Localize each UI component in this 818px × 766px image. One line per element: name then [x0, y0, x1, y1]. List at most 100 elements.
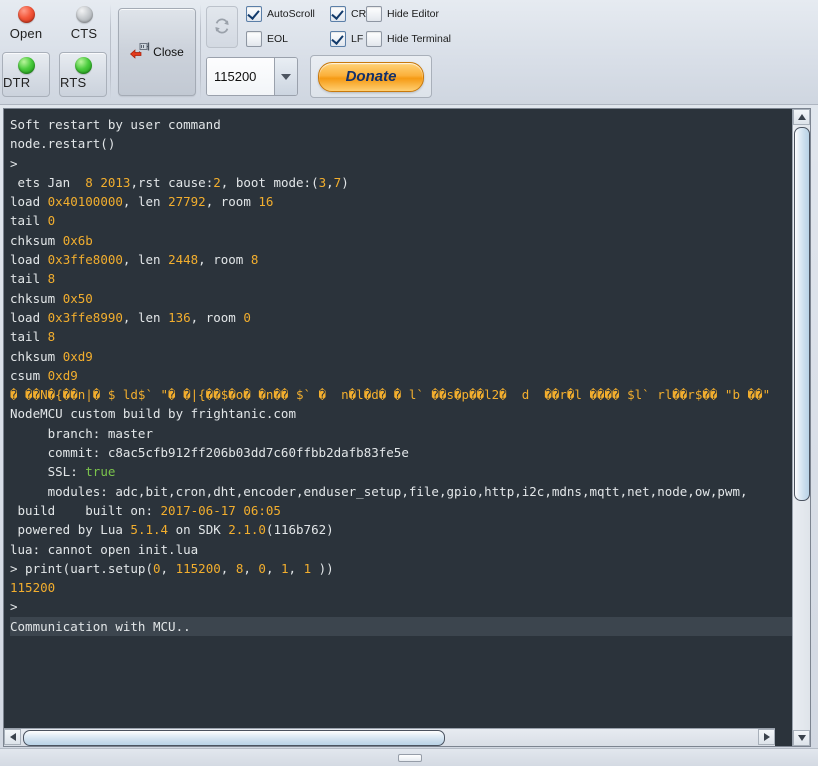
close-button-label: Close [153, 45, 184, 59]
triangle-left-icon [9, 733, 16, 741]
lf-checkbox-box[interactable] [330, 31, 346, 47]
terminal-vscrollbar[interactable] [792, 109, 810, 746]
cts-label: CTS [70, 26, 98, 41]
rts-button[interactable]: RTS [59, 52, 107, 97]
terminal-line: � ��N�{��n|� $ ld$` "� �|{��$�o� �n�� $`… [10, 385, 792, 404]
dtr-led [17, 57, 35, 74]
hscroll-thumb[interactable] [23, 730, 445, 746]
baud-rate-select[interactable]: 115200 [206, 57, 298, 96]
terminal-number: 2 [213, 174, 221, 190]
dtr-button[interactable]: DTR [2, 52, 50, 97]
terminal-number: 0x50 [62, 290, 93, 306]
hscroll-left-button[interactable] [4, 729, 21, 745]
lf-label: LF [351, 33, 364, 45]
terminal-number: 0 [243, 309, 251, 325]
terminal-number: 5.1.4 [130, 522, 169, 538]
close-button[interactable]: Close [118, 8, 196, 96]
donate-button-frame: Donate [310, 55, 432, 98]
terminal-number: 2448 [168, 252, 199, 268]
vscroll-up-button[interactable] [793, 109, 810, 125]
terminal-line: branch: master [10, 425, 153, 441]
serial-terminal-window: Open CTS DTR RTS Close AutoScroll EOL CR… [0, 0, 818, 766]
terminal-line: build built on: 2017-06-17 06:05 [10, 502, 281, 518]
terminal-line: > [10, 155, 18, 171]
terminal-line: > print(uart.setup(0, 115200, 8, 0, 1, 1… [10, 560, 334, 576]
terminal-number: 0 [258, 560, 266, 576]
donate-button[interactable]: Donate [318, 61, 424, 92]
hide-editor-checkbox-box[interactable] [366, 6, 382, 22]
terminal-number: 06:05 [243, 502, 281, 518]
terminal-line: ets Jan 8 2013,rst cause:2, boot mode:(3… [10, 174, 349, 190]
terminal-number: 8 [47, 329, 56, 345]
terminal-number: 136 [168, 309, 191, 325]
terminal-number: 1 [303, 560, 312, 576]
triangle-down-icon [797, 735, 806, 741]
hide-terminal-label: Hide Terminal [387, 33, 451, 45]
cr-label: CR [351, 8, 367, 20]
terminal-number: 0x40100000 [47, 194, 123, 210]
terminal-number: 115200 [175, 560, 221, 576]
terminal-output[interactable]: Soft restart by user command node.restart… [4, 109, 792, 746]
autoscroll-checkbox-box[interactable] [246, 6, 262, 22]
terminal-line: tail 8 [10, 329, 56, 345]
indicator-open: Open [0, 6, 52, 41]
vscroll-thumb[interactable] [794, 127, 810, 501]
open-label: Open [9, 26, 43, 41]
toolbar: Open CTS DTR RTS Close AutoScroll EOL CR… [0, 0, 818, 105]
panel-splitter[interactable] [0, 748, 818, 766]
refresh-ports-button[interactable] [206, 6, 238, 48]
terminal-hscrollbar[interactable] [4, 728, 775, 746]
terminal-line: 115200 [10, 578, 792, 597]
dtr-label: DTR [3, 75, 31, 90]
terminal-panel: Soft restart by user command node.restart… [3, 108, 811, 747]
terminal-line: chksum 0xd9 [10, 348, 93, 364]
terminal-line: node.restart() [10, 136, 116, 152]
checkbox-hide-terminal[interactable]: Hide Terminal [366, 31, 451, 47]
terminal-line: > [10, 599, 18, 615]
open-led [17, 6, 35, 23]
terminal-number: 3 [318, 174, 327, 190]
autoscroll-label: AutoScroll [267, 8, 315, 20]
terminal-number: 8 [250, 252, 259, 268]
garbled-text: � ��N�{��n|� $ ld$` "� �|{��$�o� �n�� $`… [10, 387, 771, 403]
terminal-number: 2017-06-17 [160, 502, 236, 518]
checkbox-cr[interactable]: CR [330, 6, 366, 22]
hide-terminal-checkbox-box[interactable] [366, 31, 382, 47]
terminal-number: 8 [235, 560, 244, 576]
terminal-number: 0xd9 [62, 348, 93, 364]
baud-rate-value: 115200 [207, 58, 274, 95]
terminal-number: 8 [47, 271, 56, 287]
checkbox-lf[interactable]: LF [330, 31, 363, 47]
terminal-number: 8 [85, 174, 93, 190]
cts-led [75, 6, 93, 23]
cr-checkbox-box[interactable] [330, 6, 346, 22]
terminal-line: SSL: true [10, 464, 116, 480]
toolbar-separator-1 [110, 4, 111, 100]
checkbox-hide-editor[interactable]: Hide Editor [366, 6, 439, 22]
terminal-number: 0 [153, 560, 161, 576]
terminal-number: 0xd9 [47, 367, 78, 383]
vscroll-down-button[interactable] [793, 730, 810, 746]
checkbox-autoscroll[interactable]: AutoScroll [246, 6, 315, 22]
terminal-number: 115200 [10, 580, 56, 596]
terminal-number: 2.1.0 [228, 522, 266, 538]
terminal-number: 27792 [168, 194, 206, 210]
terminal-line: powered by Lua 5.1.4 on SDK 2.1.0(116b76… [10, 522, 334, 538]
terminal-line: NodeMCU custom build by frightanic.com [10, 406, 296, 422]
hscroll-right-button[interactable] [758, 729, 775, 745]
terminal-number: 16 [258, 194, 274, 210]
rts-label: RTS [60, 75, 87, 90]
terminal-number: 7 [333, 174, 342, 190]
chevron-down-icon[interactable] [274, 58, 297, 95]
terminal-number: 0x3ffe8990 [47, 309, 123, 325]
terminal-line: chksum 0x50 [10, 290, 93, 306]
splitter-grip-handle[interactable] [398, 754, 422, 762]
terminal-number: 0x3ffe8000 [47, 252, 123, 268]
triangle-up-icon [797, 114, 806, 120]
terminal-line: lua: cannot open init.lua [10, 541, 199, 557]
eol-checkbox-box[interactable] [246, 31, 262, 47]
terminal-line: load 0x3ffe8990, len 136, room 0 [10, 309, 251, 325]
checkbox-eol[interactable]: EOL [246, 31, 288, 47]
terminal-line: tail 0 [10, 213, 56, 229]
indicator-cts: CTS [58, 6, 110, 41]
